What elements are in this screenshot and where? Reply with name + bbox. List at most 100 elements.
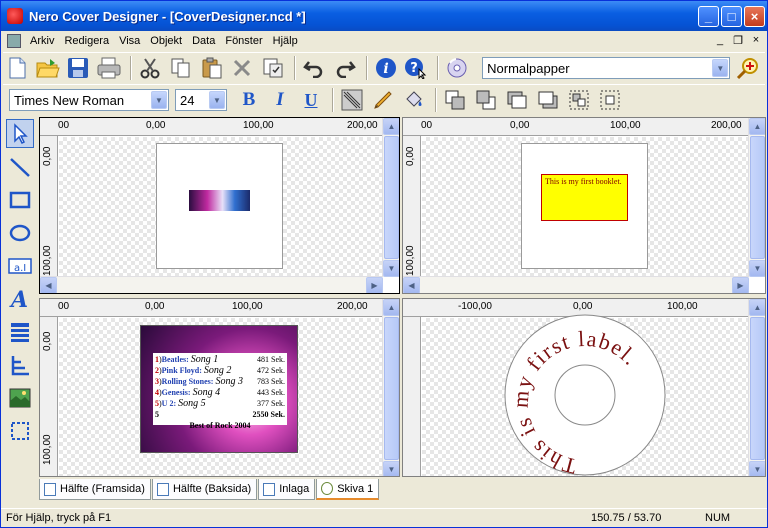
line-tool-icon[interactable] (6, 152, 34, 181)
scroll-up-icon[interactable]: ▲ (749, 299, 765, 316)
info-icon[interactable]: i (372, 54, 400, 82)
horizontal-scrollbar[interactable]: ◀ ▶ (40, 276, 383, 293)
ungroup-icon[interactable] (596, 86, 624, 114)
mdi-close-button[interactable]: × (749, 34, 763, 46)
inlay-background-image[interactable]: 1)Beatles: Song 1 481 Sek. 2)Pink Floyd: S… (140, 325, 298, 453)
menu-objekt[interactable]: Objekt (145, 35, 187, 47)
menu-arkiv[interactable]: Arkiv (25, 35, 59, 47)
menu-hjalp[interactable]: Hjälp (268, 35, 303, 47)
track-row[interactable]: 2)Pink Floyd: Song 2 472 Sek. (155, 365, 285, 376)
paper-type-select[interactable]: Normalpapper ▼ (482, 57, 731, 79)
chevron-down-icon[interactable]: ▼ (151, 91, 167, 109)
pane-front-cover[interactable]: 00 0,00 100,00 200,00 0,00 100,00 ▲ ▼ ◀ … (39, 117, 400, 294)
vertical-scrollbar[interactable]: ▲ ▼ (748, 299, 765, 476)
chevron-down-icon[interactable]: ▼ (209, 91, 225, 109)
vertical-scrollbar[interactable]: ▲ ▼ (382, 118, 399, 277)
tree-tool-icon[interactable] (6, 350, 34, 379)
fill-bucket-icon[interactable] (400, 86, 428, 114)
scroll-right-icon[interactable]: ▶ (732, 277, 749, 293)
vertical-scrollbar[interactable]: ▲ ▼ (748, 118, 765, 277)
print-icon[interactable] (95, 54, 123, 82)
track-list[interactable]: 1)Beatles: Song 1 481 Sek. 2)Pink Floyd: S… (153, 353, 287, 430)
tab-disc-1[interactable]: Skiva 1 (316, 479, 380, 500)
scroll-left-icon[interactable]: ◀ (403, 277, 420, 293)
scroll-down-icon[interactable]: ▼ (749, 260, 765, 277)
paste-icon[interactable] (198, 54, 226, 82)
mdi-minimize-button[interactable]: _ (713, 34, 727, 46)
undo-icon[interactable] (300, 54, 328, 82)
frame-tool-icon[interactable] (6, 416, 34, 445)
pane-disc-label[interactable]: -100,00 0,00 100,00 This is my first lab… (402, 298, 766, 477)
menu-data[interactable]: Data (187, 35, 220, 47)
send-to-back-icon[interactable] (472, 86, 500, 114)
scroll-right-icon[interactable]: ▶ (366, 277, 383, 293)
font-family-select[interactable]: Times New Roman ▼ (9, 89, 169, 111)
mdi-restore-button[interactable]: ❐ (731, 34, 745, 47)
scroll-thumb[interactable] (750, 136, 765, 259)
bring-to-front-icon[interactable] (441, 86, 469, 114)
work-area[interactable] (59, 137, 383, 277)
track-row[interactable]: 1)Beatles: Song 1 481 Sek. (155, 354, 285, 365)
line-style-icon[interactable] (338, 86, 366, 114)
tab-back-half[interactable]: Hälfte (Baksida) (151, 479, 258, 500)
track-row[interactable]: 4)Genesis: Song 4 443 Sek. (155, 387, 285, 398)
chevron-down-icon[interactable]: ▼ (712, 59, 729, 77)
cd-link-icon[interactable] (443, 54, 471, 82)
delete-icon[interactable] (229, 54, 257, 82)
menu-redigera[interactable]: Redigera (59, 35, 114, 47)
bold-button[interactable]: B (235, 86, 263, 114)
list-tool-icon[interactable] (6, 317, 34, 346)
pen-color-icon[interactable] (369, 86, 397, 114)
scroll-up-icon[interactable]: ▲ (383, 299, 399, 316)
scroll-down-icon[interactable]: ▼ (749, 461, 765, 476)
menu-visa[interactable]: Visa (114, 35, 145, 47)
artistic-text-icon[interactable]: A (6, 284, 34, 313)
pane-inlay[interactable]: 00 0,00 100,00 200,00 0,00 100,00 1)Beat… (39, 298, 400, 477)
back-page[interactable]: This is my first booklet. (521, 143, 648, 269)
work-area[interactable]: This is my first label. (422, 314, 749, 476)
disc-label[interactable]: This is my first label. (500, 310, 670, 477)
scroll-up-icon[interactable]: ▲ (749, 118, 765, 135)
tab-inlay[interactable]: Inlaga (258, 479, 316, 500)
booklet-text-box[interactable]: This is my first booklet. (541, 174, 628, 221)
context-help-icon[interactable]: ? (403, 54, 431, 82)
scroll-thumb[interactable] (750, 317, 765, 460)
title-bar[interactable]: Nero Cover Designer - [CoverDesigner.ncd… (1, 1, 767, 31)
ellipse-tool-icon[interactable] (6, 218, 34, 247)
horizontal-scrollbar[interactable]: ◀ ▶ (403, 276, 749, 293)
pane-back-cover[interactable]: 00 0,00 100,00 200,00 0,00 100,00 This i… (402, 117, 766, 294)
zoom-icon[interactable] (734, 54, 762, 82)
group-icon[interactable] (565, 86, 593, 114)
scroll-down-icon[interactable]: ▼ (383, 260, 399, 277)
italic-button[interactable]: I (266, 86, 294, 114)
work-area[interactable]: This is my first booklet. (422, 137, 749, 277)
scroll-up-icon[interactable]: ▲ (383, 118, 399, 135)
close-button[interactable]: × (744, 6, 765, 27)
underline-button[interactable]: U (297, 86, 325, 114)
properties-icon[interactable] (259, 54, 287, 82)
image-tool-icon[interactable] (6, 383, 34, 412)
cover-thumbnail-image[interactable] (189, 190, 250, 211)
document-icon[interactable] (7, 34, 21, 48)
vertical-scrollbar[interactable]: ▲ ▼ (382, 299, 399, 476)
new-document-icon[interactable] (3, 54, 31, 82)
save-icon[interactable] (65, 54, 93, 82)
text-tool-icon[interactable]: a.I (6, 251, 34, 280)
scroll-left-icon[interactable]: ◀ (40, 277, 57, 293)
track-row[interactable]: 3)Rolling Stones: Song 3 783 Sek. (155, 376, 285, 387)
copy-icon[interactable] (167, 54, 195, 82)
bring-forward-icon[interactable] (503, 86, 531, 114)
nero-app-icon[interactable] (7, 8, 23, 24)
cover-page[interactable] (156, 143, 283, 269)
maximize-button[interactable]: □ (721, 6, 742, 27)
send-backward-icon[interactable] (534, 86, 562, 114)
tab-front-half[interactable]: Hälfte (Framsida) (39, 479, 151, 500)
scroll-thumb[interactable] (384, 317, 399, 460)
minimize-button[interactable]: _ (698, 6, 719, 27)
redo-icon[interactable] (331, 54, 359, 82)
menu-fonster[interactable]: Fönster (220, 35, 267, 47)
cut-icon[interactable] (136, 54, 164, 82)
work-area[interactable]: 1)Beatles: Song 1 481 Sek. 2)Pink Floyd: S… (59, 318, 383, 476)
select-pointer-icon[interactable] (6, 119, 34, 148)
font-size-select[interactable]: 24 ▼ (175, 89, 227, 111)
